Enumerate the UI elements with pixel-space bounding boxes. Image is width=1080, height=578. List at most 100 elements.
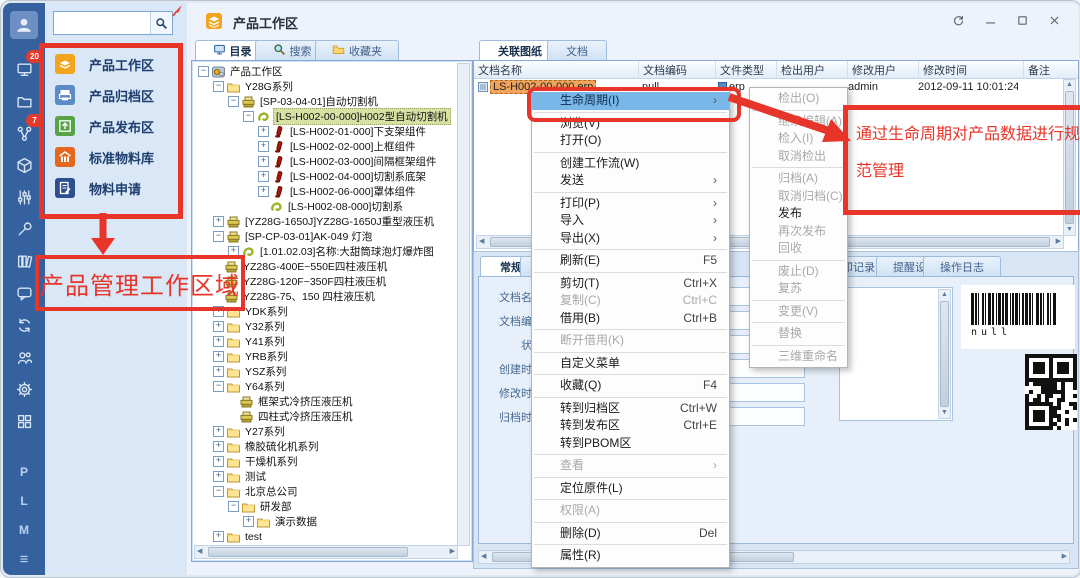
sidebar-item-storehouse[interactable]: 标准物料库 bbox=[55, 144, 179, 170]
tree-node[interactable]: −研发部 bbox=[194, 499, 458, 514]
tree-node[interactable]: +YDK系列 bbox=[194, 304, 458, 319]
tree-toggle-plus[interactable]: + bbox=[213, 216, 224, 227]
search-input[interactable] bbox=[54, 12, 150, 34]
tree-toggle-plus[interactable]: + bbox=[213, 456, 224, 467]
tree-node[interactable]: +Y41系列 bbox=[194, 334, 458, 349]
context-menu-item[interactable]: 生命周期(I)› bbox=[532, 92, 729, 110]
minimize-button[interactable] bbox=[977, 11, 1003, 29]
tree-node[interactable]: +[1.01.02.03]名称:大甜筒球泡灯爆炸图 bbox=[194, 244, 458, 259]
context-menu-item[interactable]: 借用(B)Ctrl+B bbox=[532, 310, 729, 328]
tree-toggle-plus[interactable]: + bbox=[213, 306, 224, 317]
tree-node[interactable]: 框架式冷挤压液压机 bbox=[194, 394, 458, 409]
tree-toggle-plus[interactable]: + bbox=[243, 516, 254, 527]
tree-node[interactable]: −产品工作区 bbox=[194, 64, 458, 79]
tree-node[interactable]: +测试 bbox=[194, 469, 458, 484]
users-icon[interactable] bbox=[3, 343, 45, 371]
sidebar-item-publish[interactable]: 产品发布区 bbox=[55, 113, 179, 139]
tree-toggle-plus[interactable]: + bbox=[213, 366, 224, 377]
context-menu-item[interactable]: 转到归档区Ctrl+W bbox=[532, 400, 729, 418]
tree-node[interactable]: +[LS-H002-06-000]罩体组件 bbox=[194, 184, 458, 199]
tree-node[interactable]: [LS-H002-08-000]切割系 bbox=[194, 199, 458, 214]
context-menu-item[interactable]: 转到发布区Ctrl+E bbox=[532, 417, 729, 435]
monitor-icon[interactable]: 20 bbox=[3, 55, 45, 83]
tree-toggle-minus[interactable]: − bbox=[213, 231, 224, 242]
tree-node[interactable]: −[SP-CP-03-01]AK-049 灯泡 bbox=[194, 229, 458, 244]
tree-toggle-minus[interactable]: − bbox=[198, 66, 209, 77]
sync-icon[interactable] bbox=[3, 311, 45, 339]
grid-icon[interactable] bbox=[3, 407, 45, 435]
tree-node[interactable]: +test bbox=[194, 529, 458, 544]
tree-node[interactable]: −Y28G系列 bbox=[194, 79, 458, 94]
tree-toggle-plus[interactable]: + bbox=[258, 186, 269, 197]
column-header[interactable]: 备注 bbox=[1024, 61, 1080, 78]
tree-toggle-minus[interactable]: − bbox=[213, 381, 224, 392]
column-header[interactable]: 修改时间 bbox=[919, 61, 1024, 78]
tree-toggle-plus[interactable]: + bbox=[258, 141, 269, 152]
cube-icon[interactable] bbox=[3, 151, 45, 179]
tree-node[interactable]: +Y27系列 bbox=[194, 424, 458, 439]
context-menu-item[interactable]: 浏览(V) bbox=[532, 115, 729, 133]
tab-detail-5[interactable]: 操作日志 bbox=[923, 256, 1001, 277]
sliders-icon[interactable] bbox=[3, 183, 45, 211]
table-vscrollbar[interactable]: ▲▼ bbox=[1063, 79, 1076, 236]
context-menu-item[interactable]: 发送› bbox=[532, 172, 729, 190]
tree-toggle-minus[interactable]: − bbox=[228, 501, 239, 512]
tree-toggle-minus[interactable]: − bbox=[228, 96, 239, 107]
maximize-button[interactable] bbox=[1009, 11, 1035, 29]
tree-node[interactable]: −[SP-03-04-01]自动切割机 bbox=[194, 94, 458, 109]
context-menu-item[interactable]: 创建工作流(W) bbox=[532, 155, 729, 173]
tab-tree-3[interactable]: 收藏夹 bbox=[315, 40, 399, 61]
tree-node[interactable]: 四柱式冷挤压液压机 bbox=[194, 409, 458, 424]
context-menu-item[interactable]: 刷新(E)F5 bbox=[532, 252, 729, 270]
sidebar-letter-p[interactable]: P bbox=[3, 458, 45, 486]
tree-node[interactable]: YZ28G-75、150 四柱液压机 bbox=[194, 289, 458, 304]
user-avatar-icon[interactable] bbox=[10, 11, 38, 39]
tree-node[interactable]: +演示数据 bbox=[194, 514, 458, 529]
tree-toggle-plus[interactable]: + bbox=[213, 441, 224, 452]
tree-node[interactable]: YZ28G-400E~550E四柱液压机 bbox=[194, 259, 458, 274]
tree-toggle-plus[interactable]: + bbox=[213, 321, 224, 332]
tree-node[interactable]: +YRB系列 bbox=[194, 349, 458, 364]
tree-toggle-plus[interactable]: + bbox=[213, 471, 224, 482]
tree-node[interactable]: −北京总公司 bbox=[194, 484, 458, 499]
context-menu-item[interactable]: 导出(X)› bbox=[532, 230, 729, 248]
tree-node[interactable]: +[YZ28G-1650J]YZ28G-1650J重型液压机 bbox=[194, 214, 458, 229]
column-header[interactable]: 文档名称 bbox=[474, 61, 639, 78]
tree-node[interactable]: +Y32系列 bbox=[194, 319, 458, 334]
tree-toggle-plus[interactable]: + bbox=[213, 336, 224, 347]
tree-node[interactable]: +[LS-H002-01-000]下支架组件 bbox=[194, 124, 458, 139]
sidebar-letter-l[interactable]: L bbox=[3, 487, 45, 515]
tree-toggle-plus[interactable]: + bbox=[258, 156, 269, 167]
search-button[interactable] bbox=[150, 12, 172, 34]
sidebar-item-apply[interactable]: 物料申请 bbox=[55, 175, 179, 201]
context-menu-item[interactable]: 打开(O) bbox=[532, 132, 729, 150]
submenu-item[interactable]: 发布 bbox=[750, 205, 847, 223]
tree-toggle-plus[interactable]: + bbox=[213, 531, 224, 542]
tree-node[interactable]: −[LS-H002-00-000]H002型自动切割机 bbox=[194, 109, 458, 124]
gear-icon[interactable] bbox=[3, 375, 45, 403]
hamburger-menu-icon[interactable]: ≡ bbox=[3, 545, 45, 573]
context-menu-item[interactable]: 打印(P)› bbox=[532, 195, 729, 213]
tree-toggle-plus[interactable]: + bbox=[258, 171, 269, 182]
context-menu-item[interactable]: 删除(D)Del bbox=[532, 525, 729, 543]
tree-hscrollbar[interactable]: ◀▶ bbox=[194, 545, 458, 559]
close-button[interactable] bbox=[1041, 11, 1067, 29]
context-menu-item[interactable]: 收藏(Q)F4 bbox=[532, 377, 729, 395]
tab-doc-2[interactable]: 文档 bbox=[547, 40, 607, 61]
column-header[interactable]: 文件类型 bbox=[716, 61, 777, 78]
tree-vscrollbar[interactable] bbox=[457, 63, 470, 546]
tree-toggle-plus[interactable]: + bbox=[258, 126, 269, 137]
tree-toggle-minus[interactable]: − bbox=[213, 81, 224, 92]
column-header[interactable]: 修改用户 bbox=[848, 61, 919, 78]
column-header[interactable]: 检出用户 bbox=[777, 61, 848, 78]
tree-node[interactable]: +橡胶硫化机系列 bbox=[194, 439, 458, 454]
tree-node[interactable]: −Y64系列 bbox=[194, 379, 458, 394]
column-header[interactable]: 文档编码 bbox=[639, 61, 716, 78]
context-menu-item[interactable]: 剪切(T)Ctrl+X bbox=[532, 275, 729, 293]
books-icon[interactable] bbox=[3, 247, 45, 275]
tree-node[interactable]: YZ28G-120F~350F四柱液压机 bbox=[194, 274, 458, 289]
tree-toggle-minus[interactable]: − bbox=[213, 486, 224, 497]
context-menu-item[interactable]: 导入› bbox=[532, 212, 729, 230]
wrench-icon[interactable] bbox=[3, 215, 45, 243]
context-menu-item[interactable]: 转到PBOM区 bbox=[532, 435, 729, 453]
